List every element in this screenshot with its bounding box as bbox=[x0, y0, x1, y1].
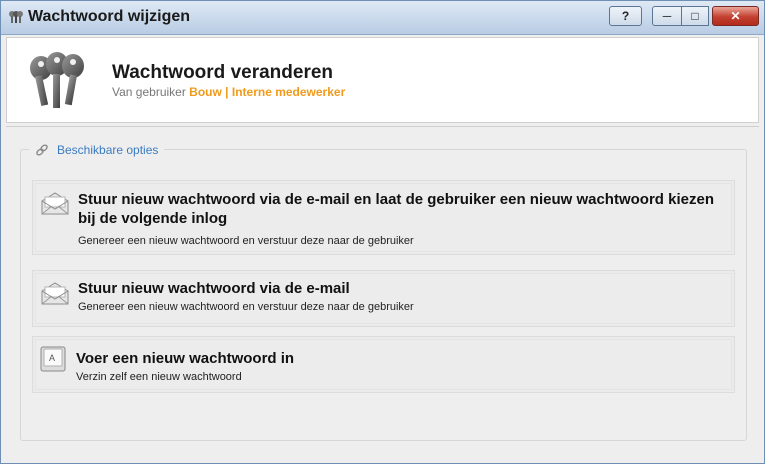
keys-small-icon bbox=[9, 11, 23, 23]
help-button[interactable]: ? bbox=[609, 6, 642, 26]
main-content: Beschikbare opties Stuur nieuw wachtwoor… bbox=[6, 126, 759, 457]
dialog-window: Wachtwoord wijzigen ? ─ □ ✕ Wachtwoord v… bbox=[0, 0, 765, 464]
key-letter: A bbox=[49, 353, 55, 363]
minimize-button[interactable]: ─ bbox=[652, 6, 682, 26]
maximize-button[interactable]: □ bbox=[681, 6, 709, 26]
page-subtitle: Van gebruiker Bouw | Interne medewerker bbox=[112, 85, 345, 99]
options-legend-label: Beschikbare opties bbox=[57, 143, 159, 157]
close-button[interactable]: ✕ bbox=[712, 6, 759, 26]
option-title: Voer een nieuw wachtwoord in bbox=[76, 350, 295, 367]
option-description: Genereer een nieuw wachtwoord en verstuu… bbox=[78, 235, 414, 247]
keys-icon bbox=[30, 52, 84, 108]
title-bar[interactable]: Wachtwoord wijzigen ? ─ □ ✕ bbox=[1, 1, 764, 35]
keyboard-key-icon: A bbox=[40, 346, 66, 372]
options-group: Beschikbare opties Stuur nieuw wachtwoor… bbox=[20, 140, 747, 441]
envelope-icon bbox=[41, 192, 69, 215]
option-description: Verzin zelf een nieuw wachtwoord bbox=[76, 371, 242, 383]
options-legend: Beschikbare opties bbox=[29, 140, 165, 160]
option-email-and-choose[interactable]: Stuur nieuw wachtwoord via de e-mail en … bbox=[32, 180, 735, 255]
option-enter-password[interactable]: A Voer een nieuw wachtwoord in Verzin ze… bbox=[32, 336, 735, 393]
window-title: Wachtwoord wijzigen bbox=[28, 8, 191, 25]
option-email-password[interactable]: Stuur nieuw wachtwoord via de e-mail Gen… bbox=[32, 270, 735, 327]
option-title: Stuur nieuw wachtwoord via de e-mail en … bbox=[78, 191, 714, 227]
page-title: Wachtwoord veranderen bbox=[112, 62, 334, 83]
option-title: Stuur nieuw wachtwoord via de e-mail bbox=[78, 280, 350, 297]
user-name: Bouw | Interne medewerker bbox=[189, 85, 346, 99]
link-icon bbox=[36, 144, 48, 156]
subtitle-prefix: Van gebruiker bbox=[112, 85, 186, 99]
envelope-icon bbox=[41, 282, 69, 305]
option-description: Genereer een nieuw wachtwoord en verstuu… bbox=[78, 301, 414, 313]
header-panel: Wachtwoord veranderen Van gebruiker Bouw… bbox=[6, 37, 759, 123]
